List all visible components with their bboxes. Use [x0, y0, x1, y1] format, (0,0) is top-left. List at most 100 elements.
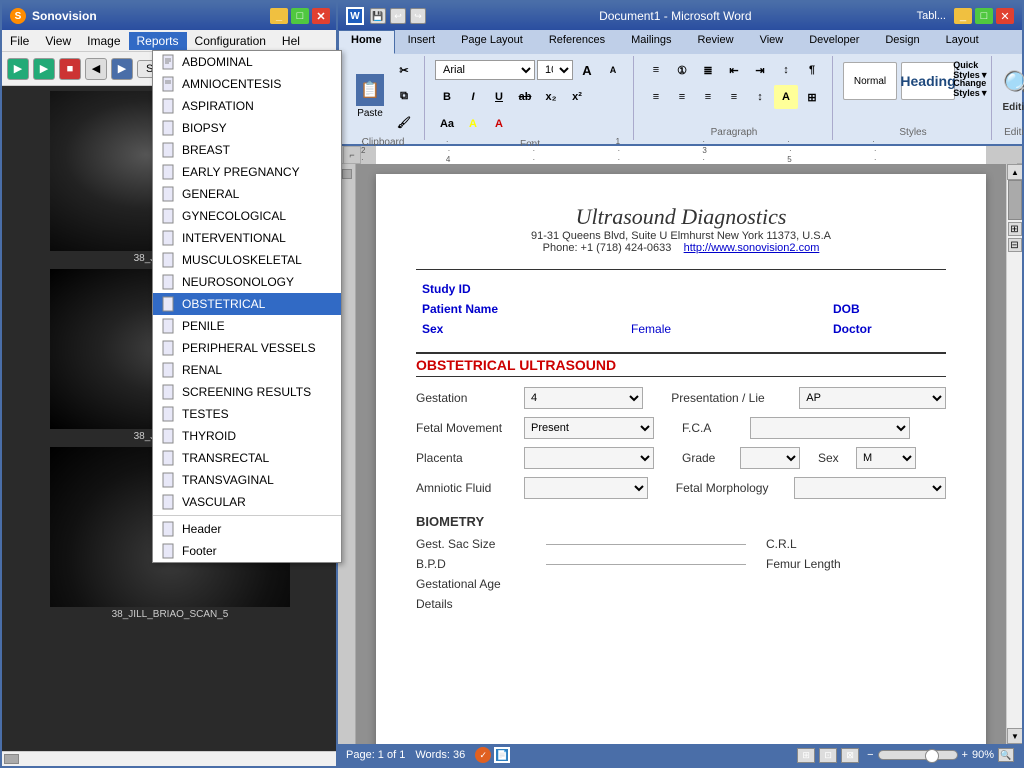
- underline-button[interactable]: U: [487, 85, 511, 109]
- shrink-font-button[interactable]: A: [601, 58, 625, 82]
- quick-styles-button[interactable]: QuickStyles▼: [959, 62, 983, 78]
- font-name-selector[interactable]: Arial: [435, 60, 535, 80]
- scroll-down-arrow[interactable]: ▼: [1007, 728, 1022, 744]
- increase-indent-button[interactable]: ⇥: [748, 58, 772, 82]
- italic-button[interactable]: I: [461, 85, 485, 109]
- font-size-selector[interactable]: 10: [537, 60, 573, 80]
- bullets-button[interactable]: ≡: [644, 58, 668, 82]
- word-doc-area[interactable]: Ultrasound Diagnostics 91-31 Queens Blvd…: [356, 164, 1006, 744]
- sort-button[interactable]: ↕: [774, 58, 798, 82]
- word-minimize-button[interactable]: _: [954, 8, 972, 24]
- menu-view[interactable]: View: [37, 32, 79, 50]
- presentation-select[interactable]: AP: [799, 387, 946, 409]
- dropdown-item-interventional[interactable]: INTERVENTIONAL: [153, 227, 341, 249]
- tab-page-layout[interactable]: Page Layout: [448, 30, 536, 54]
- menu-configuration[interactable]: Configuration: [187, 32, 274, 50]
- strikethrough-button[interactable]: ab: [513, 85, 537, 109]
- web-layout-btn[interactable]: ⊠: [841, 748, 859, 763]
- menu-help[interactable]: Hel: [274, 32, 308, 50]
- dropdown-item-gynecological[interactable]: GYNECOLOGICAL: [153, 205, 341, 227]
- fca-select[interactable]: [750, 417, 910, 439]
- dropdown-item-aspiration[interactable]: ASPIRATION: [153, 95, 341, 117]
- decrease-indent-button[interactable]: ⇤: [722, 58, 746, 82]
- dropdown-item-peripheral-vessels[interactable]: PERIPHERAL VESSELS: [153, 337, 341, 359]
- ruler-corner[interactable]: ⌐: [343, 146, 361, 164]
- cut-button[interactable]: ✂: [392, 58, 416, 82]
- tab-insert[interactable]: Insert: [395, 30, 449, 54]
- track-changes-icon[interactable]: 📄: [494, 747, 510, 763]
- numbering-button[interactable]: ①: [670, 58, 694, 82]
- dropdown-item-early-pregnancy[interactable]: EARLY PREGNANCY: [153, 161, 341, 183]
- dropdown-item-testes[interactable]: TESTES: [153, 403, 341, 425]
- word-close-button[interactable]: ✕: [996, 8, 1014, 24]
- align-center-button[interactable]: ≡: [670, 85, 694, 109]
- scroll-up-arrow[interactable]: ▲: [1007, 164, 1022, 180]
- superscript-button[interactable]: x²: [565, 85, 589, 109]
- scroll-track[interactable]: ⊞ ⊟: [1007, 180, 1022, 728]
- sex-select[interactable]: M: [856, 447, 916, 469]
- align-right-button[interactable]: ≡: [696, 85, 720, 109]
- multilevel-list-button[interactable]: ≣: [696, 58, 720, 82]
- tab-developer[interactable]: Developer: [796, 30, 872, 54]
- paste-button[interactable]: 📋 Paste: [350, 69, 390, 123]
- scroll-expand-btn[interactable]: ⊞: [1008, 222, 1022, 236]
- subscript-button[interactable]: x₂: [539, 85, 563, 109]
- zoom-slider[interactable]: [878, 750, 958, 760]
- tab-view[interactable]: View: [747, 30, 797, 54]
- dropdown-item-transrectal[interactable]: TRANSRECTAL: [153, 447, 341, 469]
- dropdown-item-abdominal[interactable]: ABDOMINAL: [153, 51, 341, 73]
- change-styles-button[interactable]: ChangeStyles▼: [959, 80, 983, 96]
- menu-file[interactable]: File: [2, 32, 37, 50]
- back-button[interactable]: ◀: [85, 58, 107, 80]
- scroll-compress-btn[interactable]: ⊟: [1008, 238, 1022, 252]
- undo-quick-btn[interactable]: ↩: [390, 8, 406, 24]
- text-highlight-button[interactable]: A: [461, 112, 485, 136]
- dropdown-item-neurosonology[interactable]: NEUROSONOLOGY: [153, 271, 341, 293]
- tab-review[interactable]: Review: [684, 30, 746, 54]
- dropdown-item-header[interactable]: Header: [153, 518, 341, 540]
- close-button[interactable]: ✕: [312, 8, 330, 24]
- shading-button[interactable]: A: [774, 85, 798, 109]
- clear-format-button[interactable]: Aa: [435, 112, 459, 136]
- zoom-button[interactable]: 🔍: [998, 748, 1014, 762]
- style-normal-preview[interactable]: Normal: [843, 62, 897, 100]
- zoom-out-btn[interactable]: −: [867, 749, 873, 761]
- fetal-morphology-select[interactable]: [794, 477, 946, 499]
- dropdown-item-footer[interactable]: Footer: [153, 540, 341, 562]
- full-screen-btn[interactable]: ⊡: [819, 748, 837, 763]
- stop-button[interactable]: ■: [59, 58, 81, 80]
- tab-home[interactable]: Home: [338, 30, 395, 54]
- font-color-button[interactable]: A: [487, 112, 511, 136]
- format-painter-button[interactable]: 🖌: [392, 110, 416, 134]
- zoom-thumb[interactable]: [925, 749, 939, 763]
- spell-check-icon[interactable]: ✓: [475, 747, 491, 763]
- dropdown-item-penile[interactable]: PENILE: [153, 315, 341, 337]
- dropdown-item-obstetrical[interactable]: OBSTETRICAL: [153, 293, 341, 315]
- dropdown-item-breast[interactable]: BREAST: [153, 139, 341, 161]
- menu-image[interactable]: Image: [79, 32, 128, 50]
- dropdown-item-renal[interactable]: RENAL: [153, 359, 341, 381]
- placenta-select[interactable]: [524, 447, 654, 469]
- save-quick-btn[interactable]: 💾: [370, 8, 386, 24]
- scroll-thumb[interactable]: [1008, 180, 1022, 220]
- style-heading-preview[interactable]: Heading: [901, 62, 955, 100]
- align-left-button[interactable]: ≡: [644, 85, 668, 109]
- play2-button[interactable]: ▶: [33, 58, 55, 80]
- grow-font-button[interactable]: A: [575, 58, 599, 82]
- menu-reports[interactable]: Reports: [129, 32, 187, 50]
- justify-button[interactable]: ≡: [722, 85, 746, 109]
- dropdown-item-biopsy[interactable]: BIOPSY: [153, 117, 341, 139]
- zoom-in-btn[interactable]: +: [962, 749, 968, 761]
- dropdown-item-vascular[interactable]: VASCULAR: [153, 491, 341, 513]
- borders-button[interactable]: ⊞: [800, 85, 824, 109]
- line-spacing-button[interactable]: ↕: [748, 85, 772, 109]
- vertical-scrollbar[interactable]: ▲ ⊞ ⊟ ▼: [1006, 164, 1022, 744]
- forward-button[interactable]: ▶: [111, 58, 133, 80]
- bold-button[interactable]: B: [435, 85, 459, 109]
- horizontal-scrollbar[interactable]: [2, 751, 338, 766]
- word-maximize-button[interactable]: □: [975, 8, 993, 24]
- tab-mailings[interactable]: Mailings: [618, 30, 684, 54]
- minimize-button[interactable]: _: [270, 8, 288, 24]
- dropdown-item-thyroid[interactable]: THYROID: [153, 425, 341, 447]
- play-button[interactable]: ▶: [7, 58, 29, 80]
